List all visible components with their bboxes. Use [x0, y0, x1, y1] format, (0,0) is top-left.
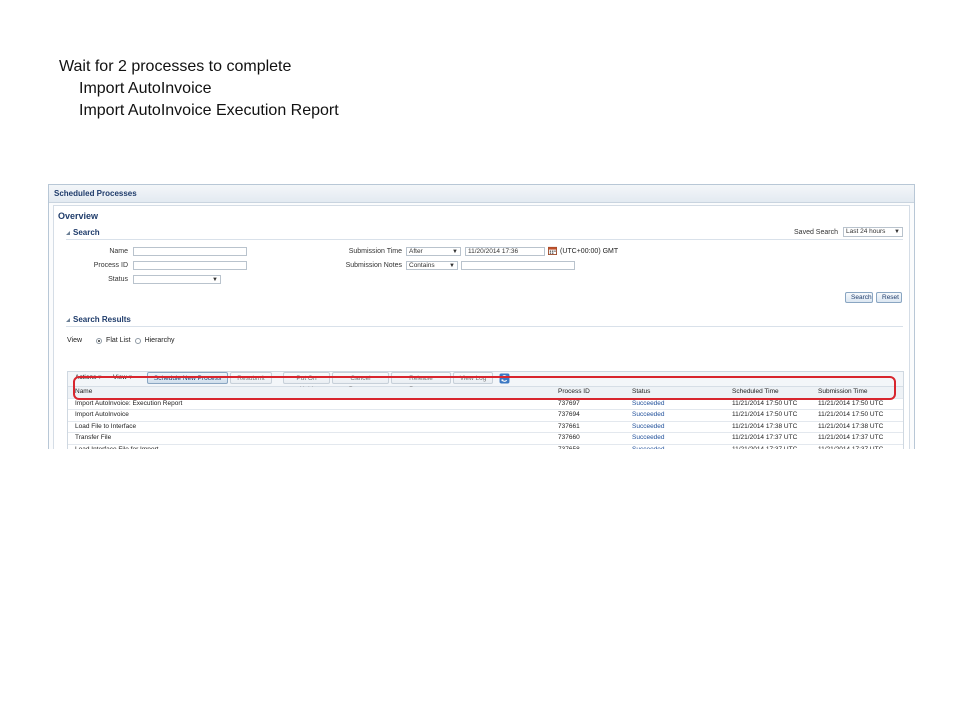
row-submission-time: 11/21/2014 17:50 UTC — [818, 399, 884, 407]
row-name: Transfer File — [75, 434, 112, 441]
row-submission-time: 11/21/2014 17:50 UTC — [818, 411, 884, 418]
highlight-annotation — [73, 376, 896, 400]
submission-time-operator-select[interactable]: After ▼ — [406, 247, 461, 256]
chevron-down-icon: ▼ — [449, 263, 455, 269]
flat-list-label: Flat List — [106, 337, 131, 344]
scheduled-processes-window: Scheduled Processes Overview Search Save… — [48, 184, 915, 449]
hierarchy-radio[interactable] — [134, 337, 141, 344]
row-submission-time: 11/21/2014 17:37 UTC — [818, 445, 884, 450]
submission-notes-label: Submission Notes — [345, 262, 402, 269]
chevron-down-icon: ▼ — [894, 229, 900, 235]
row-scheduled-time: 11/21/2014 17:37 UTC — [732, 434, 798, 441]
row-process-id: 737694 — [558, 411, 580, 418]
row-status[interactable]: Succeeded — [632, 445, 665, 450]
flat-list-radio[interactable] — [96, 337, 103, 344]
saved-search-select[interactable]: Last 24 hours ▼ — [843, 227, 903, 237]
table-row[interactable]: Load Interface File for Import 737658 Succ… — [68, 445, 903, 450]
row-scheduled-time: 11/21/2014 17:37 UTC — [732, 445, 798, 450]
row-status[interactable]: Succeeded — [632, 399, 665, 409]
divider — [66, 326, 903, 327]
saved-search-value: Last 24 hours — [846, 228, 886, 235]
submission-notes-input[interactable] — [461, 261, 575, 270]
view-label: View — [67, 337, 83, 344]
table-row[interactable]: Import AutoInvoice 737694 Succeeded 11/21/2… — [68, 410, 903, 422]
search-section-toggle[interactable]: Search — [66, 228, 100, 237]
row-name: Load File to Interface — [75, 422, 137, 430]
row-name: Import AutoInvoice — [75, 411, 129, 418]
row-process-id: 737697 — [558, 399, 580, 407]
name-input[interactable] — [133, 247, 247, 256]
collapse-triangle-icon — [66, 317, 70, 322]
instructions: Wait for 2 processes to complete Import … — [59, 56, 339, 122]
reset-button[interactable]: Reset — [876, 292, 902, 303]
saved-search-label: Saved Search — [794, 229, 838, 236]
overview-title: Overview — [58, 211, 99, 221]
instructions-heading: Wait for 2 processes to complete — [59, 58, 292, 75]
name-label: Name — [109, 248, 128, 255]
row-process-id: 737661 — [558, 422, 580, 430]
submission-time-operator: After — [409, 248, 423, 255]
page-title: Scheduled Processes — [49, 185, 914, 203]
row-process-id: 737658 — [558, 445, 580, 450]
timezone-text: (UTC+00:00) GMT — [560, 248, 619, 255]
instructions-step-1: Import AutoInvoice — [79, 80, 212, 97]
view-mode-group: View Flat List Hierarchy — [67, 337, 175, 344]
row-status[interactable]: Succeeded — [632, 422, 665, 432]
row-submission-time: 11/21/2014 17:37 UTC — [818, 434, 884, 441]
instructions-step-2: Import AutoInvoice Execution Report — [79, 102, 339, 119]
hierarchy-label: Hierarchy — [144, 337, 175, 344]
chevron-down-icon: ▼ — [452, 249, 458, 255]
table-row[interactable]: Import AutoInvoice: Execution Report 7376… — [68, 399, 903, 410]
row-name: Import AutoInvoice: Execution Report — [75, 399, 183, 407]
row-scheduled-time: 11/21/2014 17:50 UTC — [732, 411, 798, 418]
search-results-title: Search Results — [73, 315, 131, 324]
submission-notes-operator-select[interactable]: Contains ▼ — [406, 261, 458, 270]
overview-panel: Overview Search Saved Search Last 24 hou… — [53, 205, 910, 449]
chevron-down-icon: ▼ — [212, 277, 218, 283]
calendar-icon[interactable] — [548, 246, 557, 255]
search-section-title: Search — [73, 228, 100, 237]
row-name: Load Interface File for Import — [75, 445, 159, 450]
row-submission-time: 11/21/2014 17:38 UTC — [818, 422, 884, 430]
submission-notes-operator: Contains — [409, 262, 435, 269]
row-process-id: 737660 — [558, 434, 580, 441]
search-results-section-toggle[interactable]: Search Results — [66, 315, 131, 324]
process-id-input[interactable] — [133, 261, 247, 270]
status-label: Status — [108, 276, 128, 283]
submission-time-label: Submission Time — [348, 248, 402, 255]
row-status[interactable]: Succeeded — [632, 410, 665, 420]
row-status[interactable]: Succeeded — [632, 433, 665, 443]
search-button[interactable]: Search — [845, 292, 873, 303]
submission-time-input[interactable]: 11/20/2014 17:36 — [465, 247, 545, 256]
divider — [66, 239, 903, 240]
table-row[interactable]: Load File to Interface 737661 Succeeded 11/… — [68, 422, 903, 433]
process-id-label: Process ID — [93, 262, 128, 269]
table-row[interactable]: Transfer File 737660 Succeeded 11/21/2014 1… — [68, 433, 903, 445]
status-select[interactable]: ▼ — [133, 275, 221, 284]
row-scheduled-time: 11/21/2014 17:38 UTC — [732, 422, 798, 430]
collapse-triangle-icon — [66, 230, 70, 235]
row-scheduled-time: 11/21/2014 17:50 UTC — [732, 399, 798, 407]
